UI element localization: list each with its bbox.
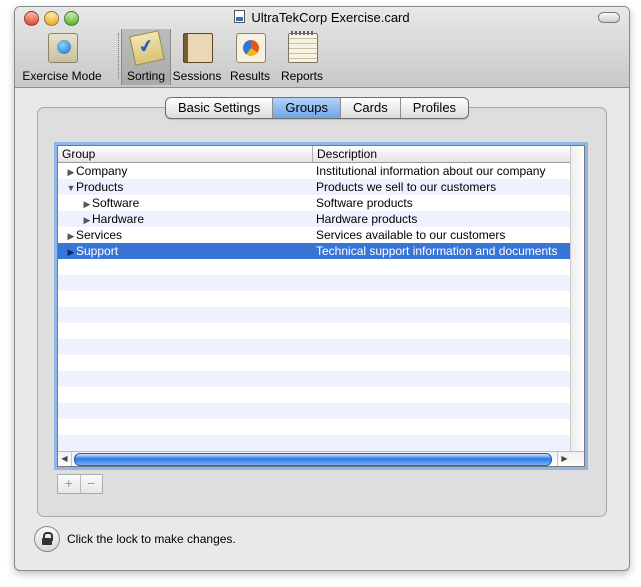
lock-message: Click the lock to make changes. [67,532,236,546]
scroll-left-arrow-icon[interactable]: ◀ [58,452,72,466]
description-cell: Technical support information and docume… [316,244,558,258]
table-row[interactable]: ▶ Company Institutional information about… [58,163,570,179]
tab-profiles[interactable]: Profiles [401,98,468,118]
disclosure-triangle-icon[interactable]: ▶ [82,212,92,228]
table-row-selected[interactable]: ▶ Support Technical support information a… [58,243,570,259]
toolbar-separator [118,33,119,79]
empty-row [58,307,570,323]
group-name: Software [92,196,140,210]
table-header: Group Description [58,146,570,163]
titlebar-toolbar: UltraTekCorp Exercise.card Exercise Mode… [15,7,629,88]
sessions-icon [183,33,213,63]
empty-row [58,275,570,291]
toolbar-label: Results [229,69,270,83]
table-row[interactable]: ▶ Hardware Hardware products [58,211,570,227]
group-name: Support [76,244,119,258]
remove-group-button[interactable]: − [81,475,103,493]
group-cell: ▶ Services [58,227,316,244]
lock-button[interactable] [34,526,60,552]
empty-row [58,291,570,307]
scrollbar-thumb[interactable] [74,453,552,466]
tab-bar: Basic Settings Groups Cards Profiles [165,97,470,119]
group-cell: ▶ Company [58,163,316,180]
group-cell: ▶ Support [58,243,316,260]
sorting-icon [129,30,165,66]
group-name: Products [76,180,124,194]
add-group-button[interactable]: + [58,475,81,493]
disclosure-triangle-icon[interactable]: ▶ [66,244,76,260]
empty-row [58,371,570,387]
description-cell: Services available to our customers [316,228,506,242]
toolbar-results[interactable]: Results [225,29,275,85]
empty-row [58,323,570,339]
tab-cards[interactable]: Cards [341,98,401,118]
app-window: UltraTekCorp Exercise.card Exercise Mode… [14,6,630,571]
description-cell: Hardware products [316,212,418,226]
lock-icon-body [42,538,52,545]
toolbar-reports[interactable]: Reports [277,29,327,85]
results-icon [236,33,266,63]
disclosure-triangle-icon[interactable]: ▼ [66,180,76,196]
empty-row [58,419,570,435]
group-cell: ▶ Software [58,195,332,212]
table-row[interactable]: ▶ Software Software products [58,195,570,211]
group-name: Company [76,164,128,178]
reports-icon [288,31,318,63]
group-name: Hardware [92,212,145,226]
group-cell: ▶ Hardware [58,211,332,228]
disclosure-triangle-icon[interactable]: ▶ [82,196,92,212]
column-header-description[interactable]: Description [313,146,572,162]
exercise-mode-icon [48,33,78,63]
tab-basic-settings[interactable]: Basic Settings [166,98,274,118]
tab-groups[interactable]: Groups [273,98,342,118]
table-row[interactable]: ▼Products Products we sell to our custom… [58,179,570,195]
window-title-text: UltraTekCorp Exercise.card [251,10,410,25]
table-rows: ▶ Company Institutional information about… [58,163,570,451]
empty-row [58,387,570,403]
disclosure-triangle-icon[interactable]: ▶ [66,228,76,244]
document-icon [234,10,246,23]
toolbar-label: Sorting [126,69,166,83]
add-remove-control: + − [57,474,103,494]
description-cell: Software products [316,196,413,210]
description-cell: Products we sell to our customers [316,180,497,194]
group-name: Services [76,228,123,242]
toolbar-label: Reports [280,69,324,83]
window-title: UltraTekCorp Exercise.card [15,9,629,27]
empty-row [58,435,570,451]
toolbar-label: Sessions [172,69,222,83]
scroll-right-arrow-icon[interactable]: ▶ [557,452,571,466]
vertical-scrollbar[interactable] [570,146,584,451]
toolbar-label: Exercise Mode [22,69,102,83]
table-row[interactable]: ▶ Services Services available to our cust… [58,227,570,243]
toolbar-toggle-button[interactable] [598,12,620,23]
toolbar-sorting[interactable]: Sorting [121,29,171,85]
groups-table[interactable]: Group Description ▶ Company Institutional… [54,142,588,470]
empty-row [58,355,570,371]
empty-row [58,259,570,275]
toolbar-exercise-mode[interactable]: Exercise Mode [21,29,103,85]
empty-row [58,339,570,355]
disclosure-triangle-icon[interactable]: ▶ [66,164,76,180]
toolbar-sessions[interactable]: Sessions [171,29,223,85]
horizontal-scrollbar[interactable]: ◀ ▶ [58,451,584,466]
group-cell: ▼Products [58,179,316,196]
column-header-group[interactable]: Group [58,146,313,162]
empty-row [58,403,570,419]
description-cell: Institutional information about our comp… [316,164,546,178]
